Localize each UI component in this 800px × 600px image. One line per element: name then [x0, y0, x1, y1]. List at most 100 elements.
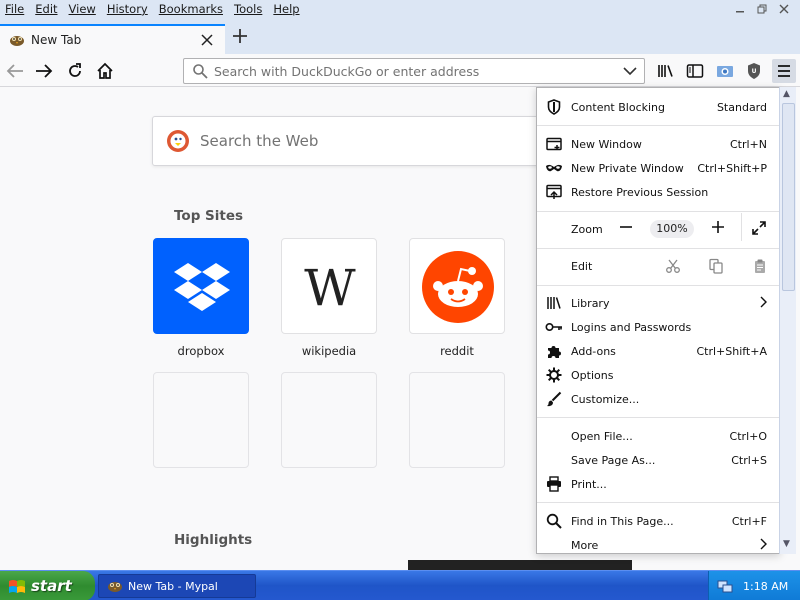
menu-label: Edit [571, 259, 593, 273]
menu-more[interactable]: More [537, 533, 779, 557]
screenshot-icon [717, 66, 733, 77]
menu-label: Options [571, 368, 614, 382]
start-label: start [31, 577, 72, 595]
menu-new-window[interactable]: New Window Ctrl+N [537, 132, 779, 156]
back-button[interactable] [3, 59, 27, 83]
hamburger-menu-button[interactable] [772, 59, 796, 83]
menu-library[interactable]: Library [537, 291, 779, 315]
menu-edit[interactable]: Edit [30, 2, 63, 16]
mypal-favicon-icon [108, 582, 122, 592]
tab-close-button[interactable] [201, 31, 213, 50]
menu-logins-passwords[interactable]: Logins and Passwords [537, 315, 779, 339]
panel-scrollbar[interactable]: ▲ ▼ [779, 87, 796, 554]
restore-session-icon [545, 183, 563, 201]
menu-find-in-page[interactable]: Find in This Page... Ctrl+F [537, 509, 779, 533]
screenshot-button[interactable] [713, 59, 737, 83]
menu-open-file[interactable]: Open File... Ctrl+O [537, 424, 779, 448]
start-button[interactable]: start [0, 571, 95, 600]
ublock-button[interactable]: U [742, 59, 766, 83]
sidebar-button[interactable] [683, 59, 707, 83]
window-controls [732, 1, 792, 16]
menu-options[interactable]: Options [537, 363, 779, 387]
url-bar[interactable] [183, 58, 645, 84]
home-button[interactable] [93, 59, 117, 83]
top-site-label: wikipedia [301, 344, 357, 358]
paste-button[interactable] [752, 258, 768, 277]
close-window-button[interactable] [776, 1, 792, 16]
menu-separator [537, 285, 779, 286]
dropbox-icon [174, 263, 230, 311]
menu-print[interactable]: Print... [537, 472, 779, 496]
menu-save-page-as[interactable]: Save Page As... Ctrl+S [537, 448, 779, 472]
menu-separator [537, 211, 779, 212]
menu-bookmarks[interactable]: Bookmarks [154, 2, 229, 16]
back-arrow-icon [6, 64, 23, 78]
menu-restore-session[interactable]: Restore Previous Session [537, 180, 779, 204]
menu-add-ons[interactable]: Add-ons Ctrl+Shift+A [537, 339, 779, 363]
scroll-down-arrow-icon[interactable]: ▼ [783, 539, 790, 549]
zoom-out-button[interactable] [619, 220, 633, 238]
top-site-empty-slot[interactable] [281, 372, 377, 468]
menu-new-private-window[interactable]: New Private Window Ctrl+Shift+P [537, 156, 779, 180]
scroll-up-arrow-icon[interactable]: ▲ [783, 89, 790, 99]
new-window-icon [545, 135, 563, 153]
menu-separator [537, 125, 779, 126]
top-site-wikipedia[interactable]: W [281, 238, 377, 334]
url-input[interactable] [214, 63, 614, 79]
network-icon[interactable] [717, 578, 733, 594]
minus-icon [620, 226, 632, 228]
printer-icon [545, 475, 563, 493]
menu-help[interactable]: Help [268, 2, 305, 16]
menu-history[interactable]: History [102, 2, 154, 16]
top-site-label: dropbox [177, 344, 225, 358]
reddit-icon [422, 251, 494, 323]
top-site-reddit[interactable] [409, 238, 505, 334]
top-site-empty-slot[interactable] [153, 372, 249, 468]
menu-label: Restore Previous Session [571, 185, 709, 199]
menu-customize[interactable]: Customize... [537, 387, 779, 411]
restore-icon [757, 4, 767, 13]
menu-label: Logins and Passwords [571, 320, 692, 334]
system-tray: 1:18 AM [708, 571, 800, 600]
taskbar-item-mypal[interactable]: New Tab - Mypal [98, 574, 256, 598]
library-button[interactable] [654, 59, 678, 83]
menu-label: Save Page As... [571, 453, 656, 467]
restore-button[interactable] [754, 1, 770, 16]
new-tab-button[interactable] [229, 28, 251, 50]
menu-label: Zoom [571, 222, 603, 236]
forward-button[interactable] [32, 59, 56, 83]
menu-tools[interactable]: Tools [229, 2, 268, 16]
menu-view[interactable]: View [64, 2, 102, 16]
tab-title: New Tab [31, 33, 82, 47]
tab-new-tab[interactable]: New Tab [0, 24, 225, 54]
url-dropdown-button[interactable] [622, 63, 638, 82]
fullscreen-button[interactable] [751, 220, 767, 239]
zoom-reset-button[interactable]: 100% [650, 220, 694, 238]
menu-content-blocking[interactable]: Content Blocking Standard [537, 95, 779, 119]
menu-label: More [571, 538, 599, 552]
copy-button[interactable] [708, 258, 724, 277]
forward-arrow-icon [36, 64, 53, 78]
top-site-dropbox[interactable] [153, 238, 249, 334]
menu-separator [537, 417, 779, 418]
zoom-in-button[interactable] [711, 220, 725, 238]
minimize-button[interactable] [732, 1, 748, 16]
svg-text:U: U [752, 68, 757, 75]
web-search-placeholder: Search the Web [200, 132, 319, 150]
wikipedia-icon: W [304, 259, 356, 317]
top-site-label: reddit [440, 344, 474, 358]
scrollbar-thumb[interactable] [782, 103, 795, 291]
top-site-empty-slot[interactable] [409, 372, 505, 468]
close-icon [779, 4, 789, 13]
cut-button[interactable] [665, 258, 681, 277]
shield-icon [545, 98, 563, 116]
reload-button[interactable] [63, 59, 87, 83]
highlight-card-image[interactable] [408, 560, 632, 570]
taskbar: start New Tab - Mypal 1:18 AM [0, 570, 800, 600]
menu-file[interactable]: File [0, 2, 30, 16]
plus-icon [712, 221, 724, 233]
content-blocking-value: Standard [716, 100, 767, 114]
chevron-right-icon [759, 296, 767, 311]
web-search-box[interactable]: Search the Web [152, 116, 572, 166]
sidebar-icon [686, 64, 704, 78]
